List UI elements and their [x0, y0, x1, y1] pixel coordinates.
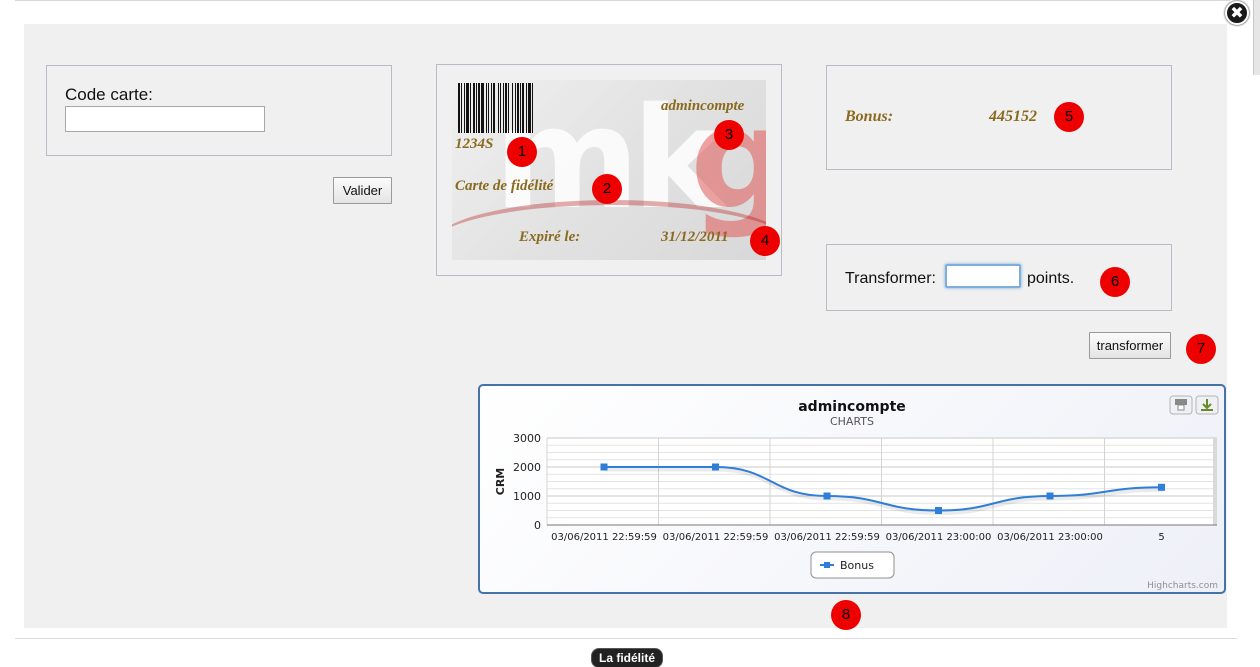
code-card-input[interactable] — [65, 106, 265, 132]
scrollbar[interactable] — [1253, 0, 1260, 75]
data-point — [1046, 492, 1054, 500]
bonus-value: 445152 — [989, 108, 1037, 125]
chart-canvas: admincompteCHARTS 0 1000 2000 3000 CRM 03/06/2… — [494, 395, 1219, 591]
y-tick-label: 2000 — [513, 461, 541, 474]
card-holder-name: admincompte — [661, 98, 745, 114]
print-icon-body — [1175, 399, 1187, 405]
data-point — [600, 463, 608, 471]
marker-7: 7 — [1186, 334, 1216, 364]
card-expiry-label: Expiré le: — [519, 229, 581, 245]
y-tick-label: 0 — [534, 519, 541, 532]
points-input[interactable] — [945, 264, 1021, 288]
legend-marker — [824, 562, 830, 568]
page: ✖ Code carte: Valider mk g 1234S Carte d… — [0, 0, 1260, 667]
chart-credits: Highcharts.com — [1147, 581, 1218, 591]
x-tick-label: 03/06/2011 23:00:00 — [886, 532, 992, 543]
x-tick-label: 5 — [1158, 532, 1164, 543]
x-tick-label: 03/06/2011 22:59:59 — [551, 532, 657, 543]
footer-divider — [15, 638, 1237, 639]
marker-6: 6 — [1100, 267, 1130, 297]
bonus-chart: admincompte CHARTS 0 1000 2000 3000 CRM 03/06/2… — [478, 384, 1226, 594]
y-axis-label: CRM — [494, 468, 507, 496]
legend-label: Bonus — [840, 559, 874, 572]
close-icon[interactable]: ✖ — [1225, 1, 1249, 25]
transform-button[interactable]: transformer — [1089, 332, 1171, 359]
loyalty-tab[interactable]: La fidélité — [591, 648, 663, 667]
marker-5: 5 — [1054, 102, 1084, 132]
y-tick-label: 1000 — [513, 490, 541, 503]
card-title: Carte de fidélité — [455, 178, 554, 194]
chart-subtitle: CHARTS — [830, 415, 874, 428]
card-number: 1234S — [455, 136, 494, 152]
points-unit-label: points. — [1027, 270, 1075, 287]
validate-button[interactable]: Valider — [333, 177, 392, 204]
marker-1: 1 — [507, 137, 537, 167]
marker-3: 3 — [714, 120, 744, 150]
barcode-icon — [458, 83, 576, 133]
top-strip — [15, 0, 1230, 24]
print-icon-paper — [1177, 404, 1185, 411]
data-point — [712, 463, 719, 471]
x-tick-label: 03/06/2011 22:59:59 — [663, 532, 769, 543]
data-point — [823, 492, 831, 500]
y-tick-label: 3000 — [513, 432, 541, 445]
x-tick-label: 03/06/2011 23:00:00 — [997, 532, 1103, 543]
data-point — [935, 507, 942, 514]
data-point — [1158, 483, 1165, 491]
marker-4: 4 — [750, 226, 780, 256]
marker-8: 8 — [831, 600, 861, 630]
card-expiry-date: 31/12/2011 — [661, 229, 729, 245]
plot-shadow — [1213, 438, 1217, 525]
transform-label: Transformer: — [845, 270, 936, 287]
chart-title: admincompte — [798, 399, 906, 415]
loyalty-card-image: mk g 1234S Carte de fidélité admincompte… — [452, 80, 766, 260]
marker-2: 2 — [592, 174, 622, 204]
x-tick-label: 03/06/2011 22:59:59 — [774, 532, 880, 543]
bonus-label: Bonus: — [845, 108, 894, 125]
code-card-label: Code carte: — [65, 85, 153, 104]
